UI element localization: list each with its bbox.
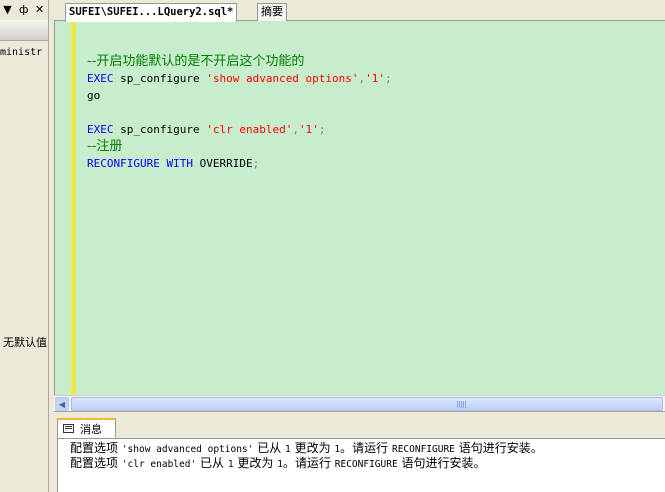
scroll-left-icon[interactable]: ◀ bbox=[55, 397, 69, 411]
tree-node-text[interactable]: ministr bbox=[0, 47, 42, 58]
document-tab-strip: SUFEI\SUFEI...LQuery2.sql* 摘要 bbox=[54, 0, 665, 22]
message-segment: 更改为 bbox=[233, 456, 278, 470]
object-explorer-panel: ▼ ф ✕ ministr 无默认值 bbox=[0, 0, 49, 492]
message-segment: 。请运行 bbox=[340, 441, 392, 455]
code-token: go bbox=[87, 89, 101, 102]
code-token: RECONFIGURE WITH bbox=[87, 157, 200, 170]
message-segment: 语句进行安装。 bbox=[397, 456, 486, 470]
horizontal-scrollbar[interactable]: ◀ bbox=[54, 395, 665, 411]
messages-icon bbox=[63, 424, 74, 433]
code-area[interactable]: --开启功能默认的是不开启这个功能的 EXEC sp_configure 'sho… bbox=[87, 53, 392, 172]
code-token: '1' bbox=[365, 72, 386, 85]
code-line[interactable]: --开启功能默认的是不开启这个功能的 bbox=[87, 53, 392, 70]
message-segment: 'show advanced options' bbox=[121, 444, 254, 455]
close-icon[interactable]: ✕ bbox=[35, 4, 44, 16]
code-token: --开启功能默认的是不开启这个功能的 bbox=[87, 54, 305, 69]
code-token: 'clr enabled' bbox=[206, 123, 293, 136]
message-segment: 已从 bbox=[196, 456, 228, 470]
message-segment: 更改为 bbox=[290, 441, 335, 455]
editor-gutter bbox=[55, 21, 71, 395]
code-token: OVERRIDE bbox=[199, 157, 253, 170]
code-line[interactable]: go bbox=[87, 87, 392, 104]
code-line[interactable]: RECONFIGURE WITH OVERRIDE; bbox=[87, 155, 392, 172]
dropdown-icon[interactable]: ▼ bbox=[3, 4, 12, 16]
results-pane: 消息 配置选项 'show advanced options' 已从 1 更改为… bbox=[54, 411, 665, 492]
grip-icon bbox=[457, 401, 466, 408]
messages-list: 配置选项 'show advanced options' 已从 1 更改为 1。… bbox=[57, 438, 665, 492]
message-segment: RECONFIGURE bbox=[334, 459, 398, 470]
code-line[interactable]: EXEC sp_configure 'clr enabled','1'; bbox=[87, 121, 392, 138]
panel-controls: ▼ ф ✕ bbox=[0, 0, 48, 20]
sql-editor[interactable]: --开启功能默认的是不开启这个功能的 EXEC sp_configure 'sho… bbox=[54, 21, 665, 395]
code-token: ; bbox=[252, 157, 260, 170]
message-segment: 。请运行 bbox=[282, 456, 335, 470]
pin-icon[interactable]: ф bbox=[19, 4, 28, 16]
property-text: 无默认值 bbox=[3, 336, 47, 349]
code-token: sp_configure bbox=[113, 123, 207, 136]
code-token: 'show advanced options' bbox=[206, 72, 359, 85]
change-tracking-bar bbox=[71, 21, 76, 395]
code-token: EXEC bbox=[87, 72, 114, 85]
message-segment: 配置选项 bbox=[70, 456, 122, 470]
code-token: ; bbox=[318, 123, 326, 136]
message-segment: 语句进行安装。 bbox=[454, 441, 543, 455]
message-line: 配置选项 'clr enabled' 已从 1 更改为 1。请运行 RECONF… bbox=[70, 456, 665, 471]
tab-messages-label: 消息 bbox=[80, 423, 102, 436]
tab-summary[interactable]: 摘要 bbox=[257, 3, 287, 21]
tab-query-file[interactable]: SUFEI\SUFEI...LQuery2.sql* bbox=[65, 3, 238, 22]
code-token: , bbox=[292, 123, 299, 136]
message-segment: 已从 bbox=[253, 441, 286, 455]
code-token: '1' bbox=[298, 123, 319, 136]
message-segment: 配置选项 bbox=[70, 441, 122, 455]
code-line[interactable] bbox=[87, 104, 392, 121]
code-token: EXEC bbox=[87, 123, 114, 136]
code-token: --注册 bbox=[87, 139, 123, 154]
message-segment: RECONFIGURE bbox=[391, 444, 455, 455]
message-line: 配置选项 'show advanced options' 已从 1 更改为 1。… bbox=[70, 441, 665, 456]
code-line[interactable]: EXEC sp_configure 'show advanced options… bbox=[87, 70, 392, 87]
tab-messages[interactable]: 消息 bbox=[57, 418, 116, 438]
code-token: ; bbox=[385, 72, 392, 85]
code-line[interactable]: --注册 bbox=[87, 138, 392, 155]
code-token: sp_configure bbox=[113, 72, 207, 85]
message-segment: 'clr enabled' bbox=[121, 459, 197, 470]
scrollbar-thumb[interactable] bbox=[71, 397, 663, 411]
panel-toolbar bbox=[0, 20, 48, 41]
